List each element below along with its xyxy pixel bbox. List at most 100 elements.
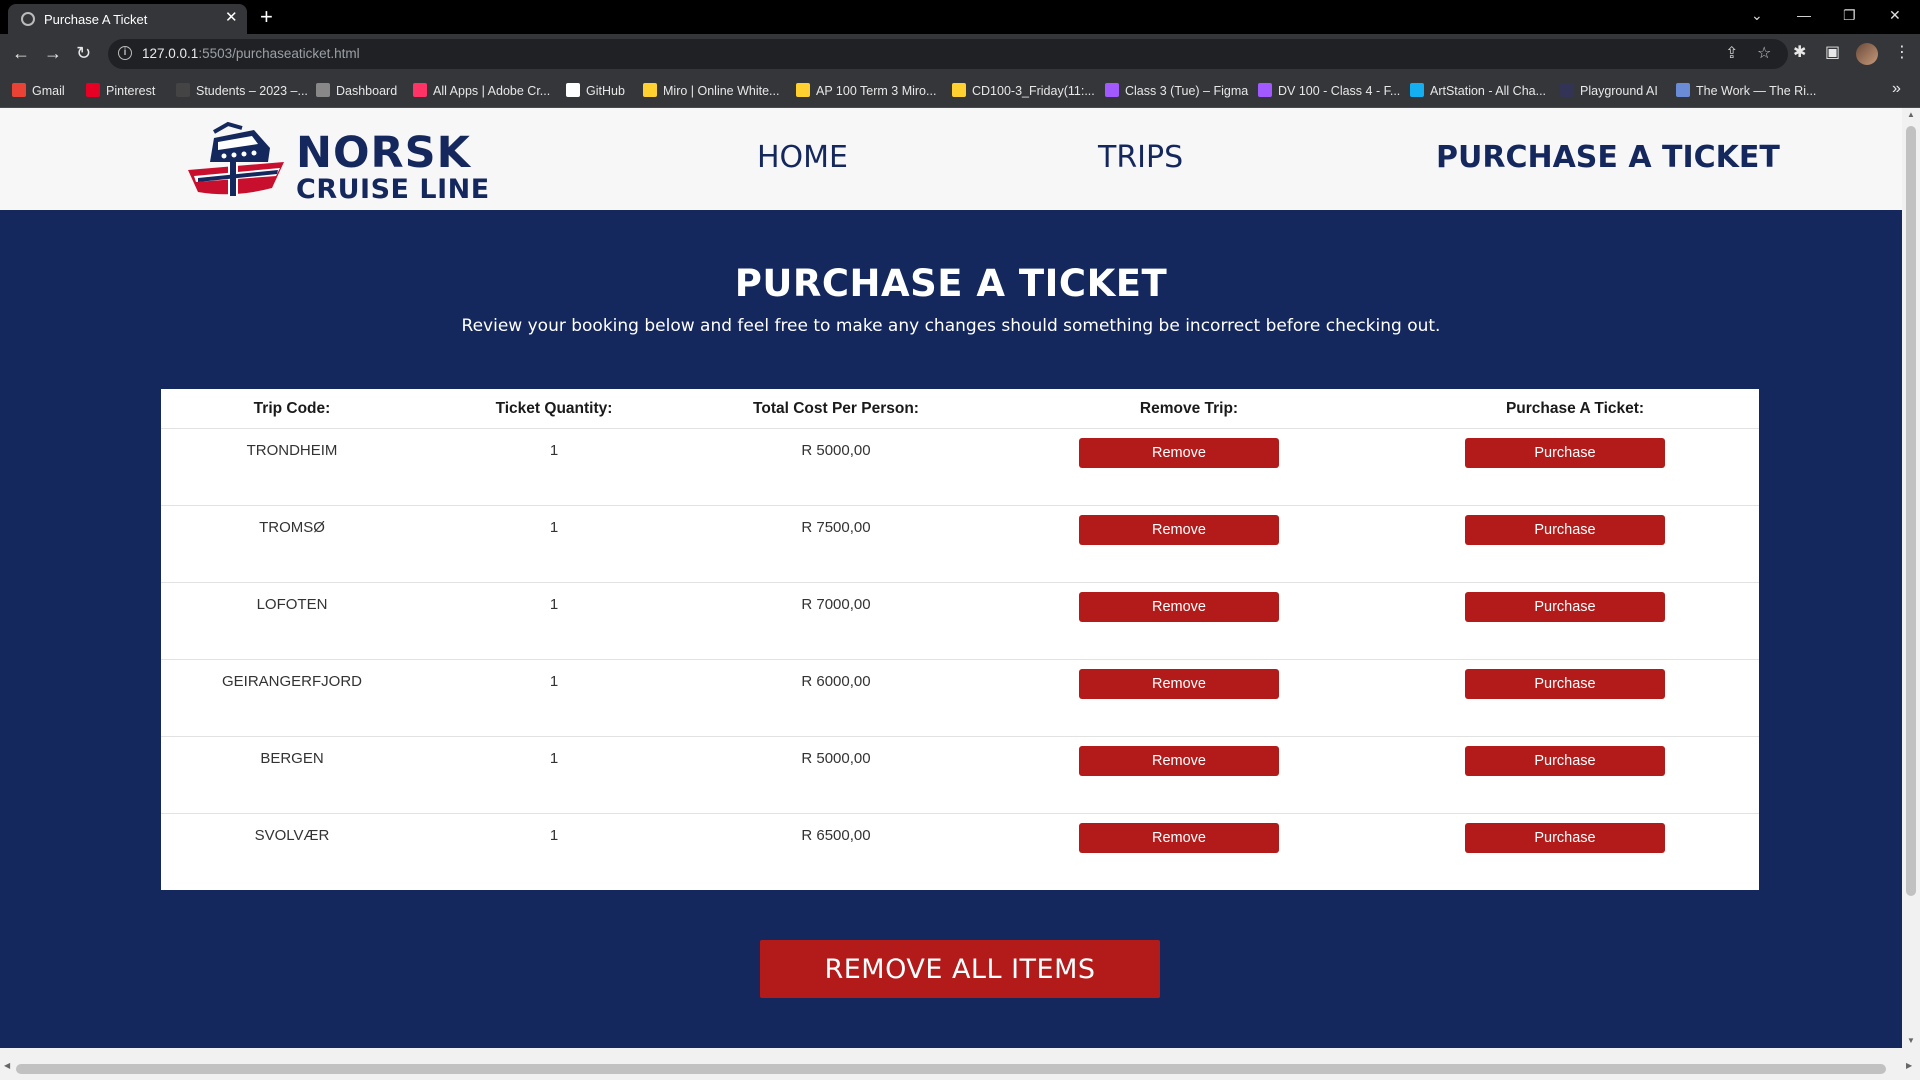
page-subtitle: Review your booking below and feel free … xyxy=(461,316,1441,336)
new-tab-button[interactable]: + xyxy=(260,4,273,30)
bookmark-label: Dashboard xyxy=(336,84,398,98)
menu-kebab-icon[interactable]: ⋮ xyxy=(1894,42,1910,64)
ticket-quantity-cell: 1 xyxy=(549,750,559,767)
logo-line-2: CRUISE LINE xyxy=(296,174,490,205)
side-panel-icon[interactable]: ▣ xyxy=(1825,42,1840,64)
bookmark-label: Miro | Online White... xyxy=(663,84,780,98)
trip-code-cell: TROMSØ xyxy=(259,519,325,536)
bookmark-item[interactable]: Gmail xyxy=(12,83,65,98)
table-row: GEIRANGERFJORD 1 R 6000,00 Remove Purchase xyxy=(161,659,1759,736)
table-row: BERGEN 1 R 5000,00 Remove Purchase xyxy=(161,736,1759,813)
header-trip-code: Trip Code: xyxy=(253,400,331,417)
bookmark-item[interactable]: Dashboard xyxy=(316,83,397,98)
bookmark-favicon-icon xyxy=(1676,83,1690,97)
nav-home[interactable]: HOME xyxy=(757,140,848,175)
bookmark-label: Playground AI xyxy=(1580,84,1658,98)
logo-line-1: NORSK xyxy=(296,128,471,178)
nav-purchase-a-ticket[interactable]: PURCHASE A TICKET xyxy=(1436,140,1780,175)
bookmarks-bar: Gmail Pinterest Students – 2023 –... Dashbo… xyxy=(0,74,1920,108)
header-total-cost: Total Cost Per Person: xyxy=(753,400,919,417)
remove-trip-button[interactable]: Remove xyxy=(1079,592,1279,622)
site-logo[interactable]: NORSK CRUISE LINE xyxy=(184,118,504,205)
site-info-icon[interactable]: i xyxy=(118,46,132,60)
purchase-ticket-button[interactable]: Purchase xyxy=(1465,438,1665,468)
forward-icon[interactable]: → xyxy=(44,42,62,64)
bookmark-item[interactable]: AP 100 Term 3 Miro... xyxy=(796,83,936,98)
url-text[interactable]: 127.0.0.1:5503/purchaseaticket.html xyxy=(142,46,360,61)
page-title: PURCHASE A TICKET xyxy=(734,262,1168,305)
bookmark-item[interactable]: All Apps | Adobe Cr... xyxy=(413,83,550,98)
ticket-quantity-cell: 1 xyxy=(549,442,559,459)
vertical-scrollbar[interactable]: ▲ ▼ xyxy=(1902,108,1920,1048)
bookmark-favicon-icon xyxy=(176,83,190,97)
reload-icon[interactable]: ↻ xyxy=(76,42,91,64)
total-cost-cell: R 5000,00 xyxy=(801,750,871,767)
bookmarks-overflow-icon[interactable]: » xyxy=(1892,80,1901,98)
profile-avatar[interactable] xyxy=(1856,43,1878,65)
page-viewport: NORSK CRUISE LINE HOME TRIPS PURCHASE A … xyxy=(0,108,1902,1048)
trip-code-cell: BERGEN xyxy=(260,750,324,767)
remove-all-items-button[interactable]: REMOVE ALL ITEMS xyxy=(760,940,1160,998)
extensions-icon[interactable]: ✱ xyxy=(1793,42,1806,64)
remove-trip-button[interactable]: Remove xyxy=(1079,746,1279,776)
remove-trip-button[interactable]: Remove xyxy=(1079,823,1279,853)
bookmark-label: ArtStation - All Cha... xyxy=(1430,84,1547,98)
bookmark-favicon-icon xyxy=(12,83,26,97)
bookmark-item[interactable]: GitHub xyxy=(566,83,625,98)
minimize-icon[interactable]: — xyxy=(1797,4,1811,26)
scroll-right-icon[interactable]: ▶ xyxy=(1906,1061,1912,1070)
bookmark-star-icon[interactable]: ☆ xyxy=(1757,44,1771,64)
trip-code-cell: TRONDHEIM xyxy=(246,442,338,459)
purchase-ticket-button[interactable]: Purchase xyxy=(1465,515,1665,545)
bookmark-favicon-icon xyxy=(1410,83,1424,97)
ship-logo-icon xyxy=(188,121,284,196)
purchase-ticket-button[interactable]: Purchase xyxy=(1465,746,1665,776)
bookmark-label: Gmail xyxy=(32,84,65,98)
remove-trip-button[interactable]: Remove xyxy=(1079,515,1279,545)
vertical-scroll-thumb[interactable] xyxy=(1906,126,1916,896)
horizontal-scroll-thumb[interactable] xyxy=(16,1064,1886,1074)
total-cost-cell: R 7000,00 xyxy=(801,596,871,613)
restore-icon[interactable]: ❐ xyxy=(1843,4,1856,26)
tab-close-icon[interactable]: ✕ xyxy=(225,10,238,26)
bookmark-item[interactable]: Playground AI xyxy=(1560,83,1658,98)
bookmark-label: All Apps | Adobe Cr... xyxy=(433,84,551,98)
purchase-ticket-button[interactable]: Purchase xyxy=(1465,592,1665,622)
total-cost-cell: R 6500,00 xyxy=(801,827,871,844)
address-bar[interactable]: i 127.0.0.1:5503/purchaseaticket.html ⇪ … xyxy=(108,39,1788,69)
bookmark-item[interactable]: Class 3 (Tue) – Figma xyxy=(1105,83,1248,98)
back-icon[interactable]: ← xyxy=(12,42,30,64)
purchase-ticket-button[interactable]: Purchase xyxy=(1465,823,1665,853)
booking-table: Trip Code: Ticket Quantity: Total Cost P… xyxy=(161,389,1759,890)
scroll-down-icon[interactable]: ▼ xyxy=(1907,1036,1915,1045)
ticket-quantity-cell: 1 xyxy=(549,519,559,536)
bookmark-favicon-icon xyxy=(566,83,580,97)
bookmark-item[interactable]: DV 100 - Class 4 - F... xyxy=(1258,83,1400,98)
bookmark-favicon-icon xyxy=(316,83,330,97)
bookmark-item[interactable]: CD100-3_Friday(11:... xyxy=(952,83,1095,98)
trip-code-cell: LOFOTEN xyxy=(256,596,328,613)
tab-search-icon[interactable]: ⌄ xyxy=(1751,4,1763,26)
remove-trip-button[interactable]: Remove xyxy=(1079,669,1279,699)
purchase-ticket-button[interactable]: Purchase xyxy=(1465,669,1665,699)
bookmark-item[interactable]: Pinterest xyxy=(86,83,155,98)
bookmark-item[interactable]: The Work — The Ri... xyxy=(1676,83,1816,98)
horizontal-scrollbar[interactable]: ◀ ▶ xyxy=(0,1048,1920,1080)
bookmark-item[interactable]: Miro | Online White... xyxy=(643,83,779,98)
bookmark-label: Students – 2023 –... xyxy=(196,84,308,98)
bookmark-item[interactable]: Students – 2023 –... xyxy=(176,83,308,98)
trip-code-cell: GEIRANGERFJORD xyxy=(221,673,362,690)
scroll-left-icon[interactable]: ◀ xyxy=(4,1061,10,1070)
share-icon[interactable]: ⇪ xyxy=(1725,44,1738,64)
bookmark-label: DV 100 - Class 4 - F... xyxy=(1278,84,1401,98)
bookmark-item[interactable]: ArtStation - All Cha... xyxy=(1410,83,1546,98)
remove-trip-button[interactable]: Remove xyxy=(1079,438,1279,468)
scroll-up-icon[interactable]: ▲ xyxy=(1907,110,1915,119)
close-window-icon[interactable]: ✕ xyxy=(1889,4,1901,26)
table-row: TRONDHEIM 1 R 5000,00 Remove Purchase xyxy=(161,428,1759,505)
browser-tab[interactable]: Purchase A Ticket ✕ xyxy=(8,4,247,34)
globe-icon xyxy=(21,12,35,26)
nav-trips[interactable]: TRIPS xyxy=(1098,140,1183,175)
total-cost-cell: R 5000,00 xyxy=(801,442,871,459)
logo-wordmark: NORSK CRUISE LINE xyxy=(296,128,490,205)
